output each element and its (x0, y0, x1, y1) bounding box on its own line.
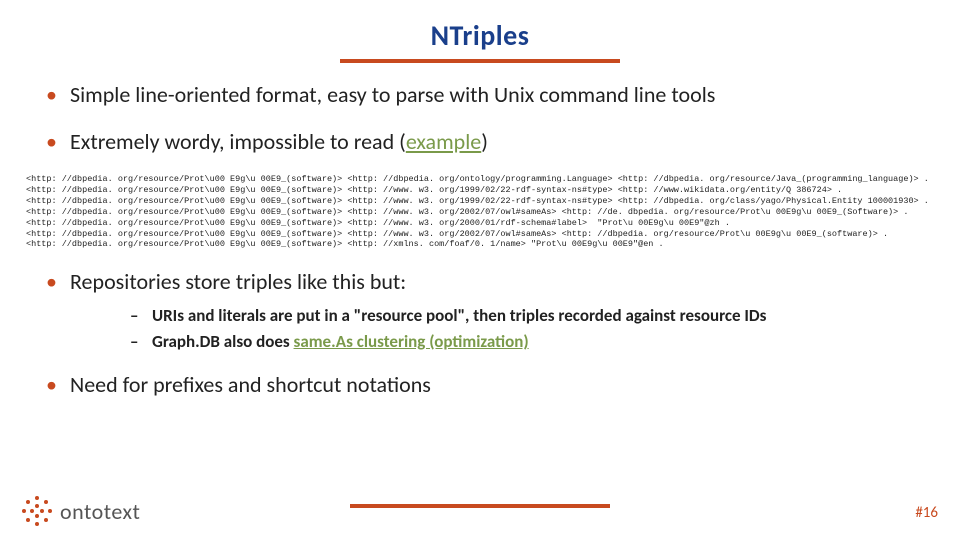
bullet-text: Extremely wordy, impossible to read ( (70, 128, 406, 155)
bullet-item: Repositories store triples like this but… (42, 268, 938, 353)
logo-icon (22, 496, 52, 526)
logo: ontotext (22, 496, 140, 526)
bullet-item: Need for prefixes and shortcut notations (42, 371, 938, 400)
sub-bullet-text: URIs and literals are put in a "resource… (152, 305, 766, 326)
sameas-link[interactable]: same.As clustering (optimization) (294, 331, 529, 352)
bullet-text: Repositories store triples like this but… (70, 268, 406, 295)
sub-bullet-text: Graph.DB also does (152, 331, 294, 352)
sub-bullet-item: URIs and literals are put in a "resource… (130, 305, 938, 327)
bullet-list-2: Repositories store triples like this but… (22, 268, 938, 399)
code-block: <http: //dbpedia. org/resource/Prot\u00 … (26, 174, 938, 250)
footer-rule (350, 504, 610, 508)
bullet-item: Simple line-oriented format, easy to par… (42, 81, 938, 110)
bullet-item: Extremely wordy, impossible to read (exa… (42, 128, 938, 157)
logo-text: ontotext (60, 498, 140, 525)
bullet-list: Simple line-oriented format, easy to par… (22, 81, 938, 156)
slide: NTriples Simple line-oriented format, ea… (0, 0, 960, 540)
sub-bullet-item: Graph.DB also does same.As clustering (o… (130, 331, 938, 353)
bullet-text: ) (481, 128, 488, 155)
slide-title: NTriples (431, 18, 530, 53)
title-wrap: NTriples (22, 18, 938, 53)
page-number: #16 (915, 504, 938, 522)
bullet-text: Simple line-oriented format, easy to par… (70, 81, 715, 108)
title-underline (340, 59, 620, 63)
footer: ontotext #16 (0, 484, 960, 526)
bullet-text: Need for prefixes and shortcut notations (70, 371, 431, 398)
sub-bullet-list: URIs and literals are put in a "resource… (70, 305, 938, 353)
example-link[interactable]: example (406, 128, 481, 155)
